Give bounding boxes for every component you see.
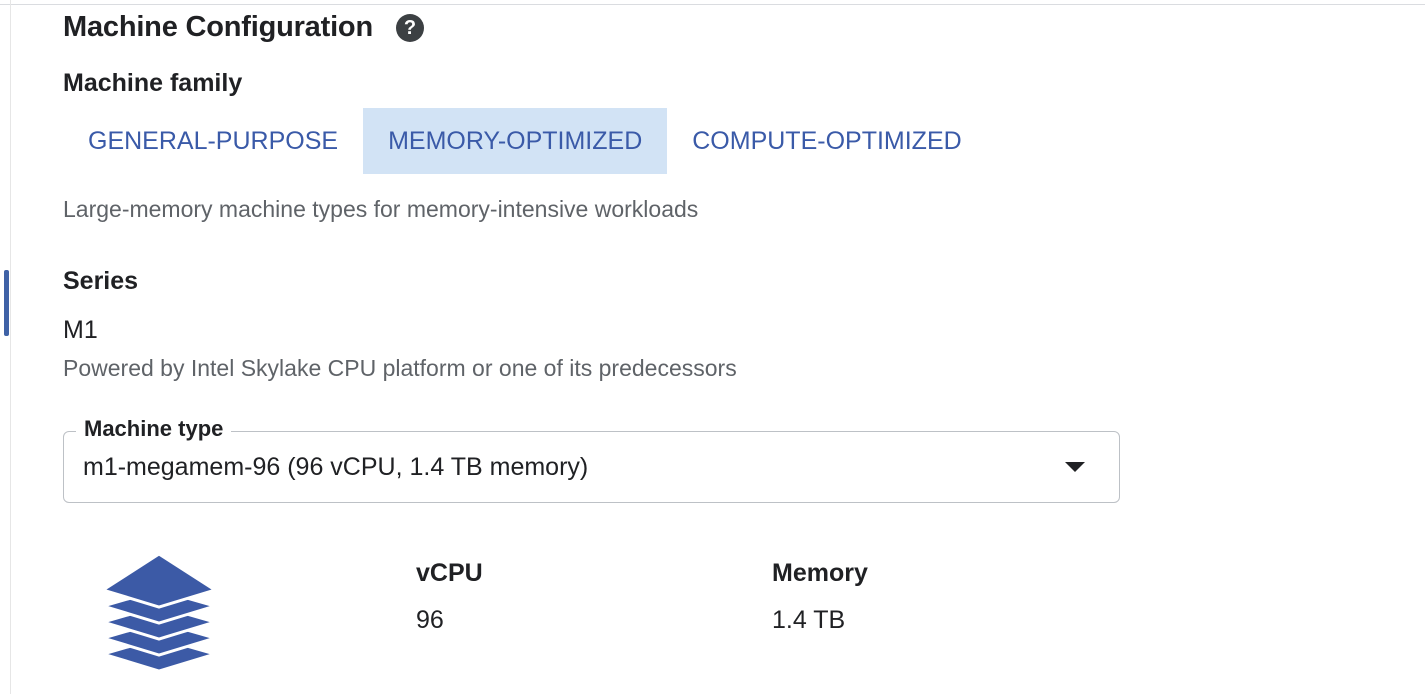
series-description: Powered by Intel Skylake CPU platform or…: [63, 355, 737, 381]
tab-compute-optimized[interactable]: COMPUTE-OPTIMIZED: [667, 108, 986, 174]
tab-memory-optimized[interactable]: MEMORY-OPTIMIZED: [363, 108, 668, 174]
machine-type-label: Machine type: [76, 415, 232, 443]
machine-family-description: Large-memory machine types for memory-in…: [63, 196, 699, 222]
scroll-indicator[interactable]: [4, 270, 9, 336]
vcpu-label: vCPU: [416, 559, 483, 587]
machine-type-select[interactable]: Machine type m1-megamem-96 (96 vCPU, 1.4…: [63, 415, 1120, 503]
vcpu-value: 96: [416, 606, 444, 634]
section-title: Machine Configuration: [63, 11, 373, 43]
top-divider: [0, 4, 1425, 5]
chevron-down-icon[interactable]: [1065, 462, 1085, 472]
memory-label: Memory: [772, 559, 868, 587]
help-icon[interactable]: ?: [396, 14, 424, 42]
machine-family-tabs: GENERAL-PURPOSE MEMORY-OPTIMIZED COMPUTE…: [63, 108, 987, 174]
machine-family-heading: Machine family: [63, 69, 243, 97]
machine-type-value: m1-megamem-96 (96 vCPU, 1.4 TB memory): [83, 453, 589, 481]
series-heading: Series: [63, 267, 139, 295]
series-value: M1: [63, 316, 98, 344]
memory-value: 1.4 TB: [772, 606, 846, 634]
left-divider: [10, 0, 11, 694]
tab-general-purpose[interactable]: GENERAL-PURPOSE: [63, 108, 363, 174]
machine-configuration-panel: Machine Configuration ? Machine family G…: [0, 0, 1425, 694]
memory-stack-icon: [98, 552, 220, 673]
